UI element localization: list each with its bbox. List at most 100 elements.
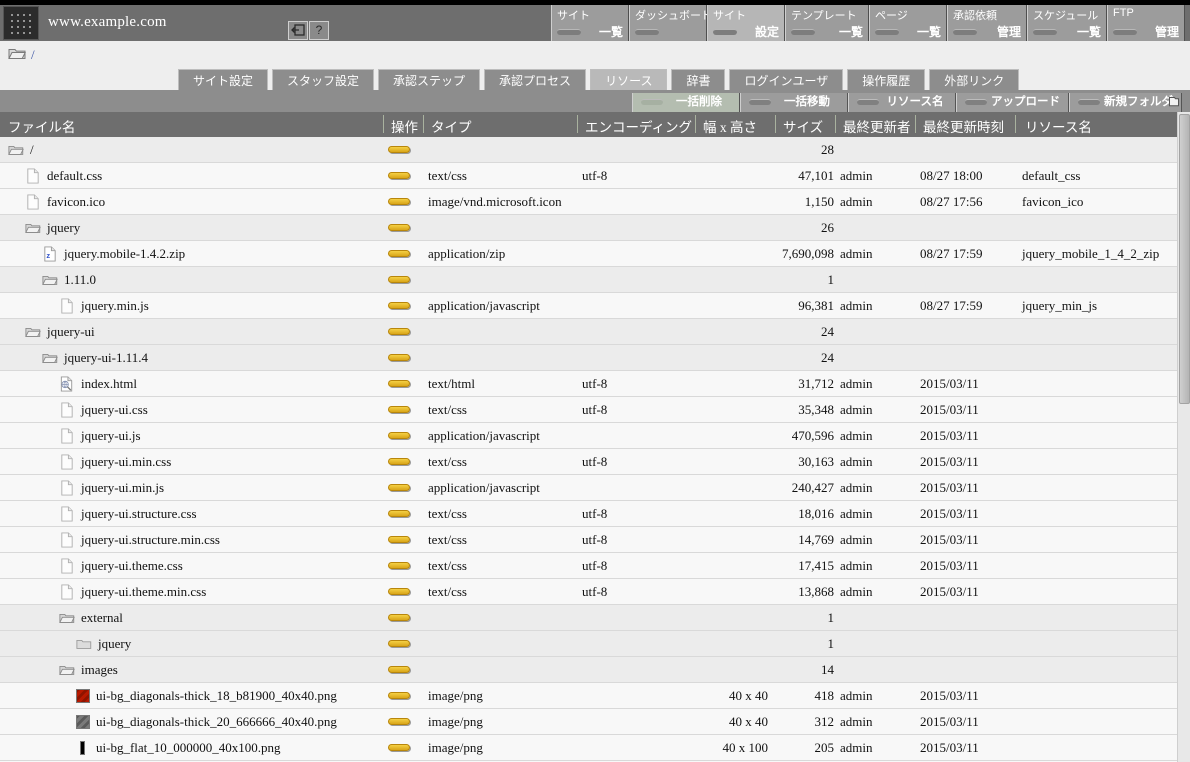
row-operation-cell[interactable] bbox=[388, 666, 410, 673]
file-name-cell[interactable]: jquery-ui.theme.css bbox=[59, 553, 183, 579]
table-row[interactable]: images 14 bbox=[0, 657, 1177, 683]
tab-5[interactable]: 辞書 bbox=[671, 69, 726, 90]
operation-pill-icon[interactable] bbox=[388, 666, 410, 673]
table-row[interactable]: jquery-ui.structure.css text/css utf-8 18,0… bbox=[0, 501, 1177, 527]
table-row[interactable]: jquery-ui.structure.min.css text/css utf-8… bbox=[0, 527, 1177, 553]
table-row[interactable]: jquery-ui.js application/javascript 470,59… bbox=[0, 423, 1177, 449]
row-operation-cell[interactable] bbox=[388, 380, 410, 387]
row-operation-cell[interactable] bbox=[388, 198, 410, 205]
row-operation-cell[interactable] bbox=[388, 146, 410, 153]
operation-pill-icon[interactable] bbox=[388, 744, 410, 751]
table-row[interactable]: jquery 1 bbox=[0, 631, 1177, 657]
operation-pill-icon[interactable] bbox=[388, 250, 410, 257]
table-row[interactable]: ui-bg_diagonals-thick_20_666666_40x40.pn… bbox=[0, 709, 1177, 735]
file-name-cell[interactable]: jquery-ui.css bbox=[59, 397, 148, 423]
tab-4[interactable]: リソース bbox=[590, 69, 668, 90]
row-operation-cell[interactable] bbox=[388, 432, 410, 439]
row-operation-cell[interactable] bbox=[388, 250, 410, 257]
row-operation-cell[interactable] bbox=[388, 744, 410, 751]
breadcrumb-path[interactable]: / bbox=[31, 47, 35, 63]
operation-pill-icon[interactable] bbox=[388, 692, 410, 699]
nav-button-5[interactable]: 承認依頼 管理 bbox=[947, 5, 1027, 41]
table-row[interactable]: 1.11.0 1 bbox=[0, 267, 1177, 293]
file-name-cell[interactable]: ui-bg_flat_10_000000_40x100.png bbox=[76, 735, 281, 761]
row-operation-cell[interactable] bbox=[388, 406, 410, 413]
column-header-3[interactable]: エンコーディング bbox=[585, 116, 692, 136]
file-name-cell[interactable]: jquery bbox=[25, 215, 80, 241]
vertical-scrollbar[interactable] bbox=[1177, 112, 1190, 762]
row-operation-cell[interactable] bbox=[388, 640, 410, 647]
table-row[interactable]: ui-bg_diagonals-thick_18_b81900_40x40.pn… bbox=[0, 683, 1177, 709]
operation-pill-icon[interactable] bbox=[388, 510, 410, 517]
row-operation-cell[interactable] bbox=[388, 484, 410, 491]
nav-button-0[interactable]: サイト 一覧 bbox=[551, 5, 629, 41]
table-row[interactable]: jquery 26 bbox=[0, 215, 1177, 241]
file-list[interactable]: / 28 default.css text/css utf-8 47,101 admin 08… bbox=[0, 137, 1177, 762]
row-operation-cell[interactable] bbox=[388, 588, 410, 595]
tab-2[interactable]: 承認ステップ bbox=[378, 69, 481, 90]
file-name-cell[interactable]: z jquery.mobile-1.4.2.zip bbox=[42, 241, 185, 267]
operation-pill-icon[interactable] bbox=[388, 146, 410, 153]
table-row[interactable]: jquery.min.js application/javascript 96,38… bbox=[0, 293, 1177, 319]
operation-pill-icon[interactable] bbox=[388, 302, 410, 309]
table-row[interactable]: jquery-ui.theme.css text/css utf-8 17,415 ad… bbox=[0, 553, 1177, 579]
action-button-2[interactable]: リソース名 bbox=[848, 93, 956, 112]
operation-pill-icon[interactable] bbox=[388, 614, 410, 621]
file-name-cell[interactable]: jquery-ui.structure.css bbox=[59, 501, 197, 527]
operation-pill-icon[interactable] bbox=[388, 276, 410, 283]
table-row[interactable]: jquery-ui.min.css text/css utf-8 30,163 admi… bbox=[0, 449, 1177, 475]
row-operation-cell[interactable] bbox=[388, 536, 410, 543]
operation-pill-icon[interactable] bbox=[388, 432, 410, 439]
file-name-cell[interactable]: ui-bg_diagonals-thick_20_666666_40x40.pn… bbox=[76, 709, 337, 735]
file-name-cell[interactable]: / bbox=[8, 137, 34, 163]
tab-3[interactable]: 承認プロセス bbox=[484, 69, 587, 90]
file-name-cell[interactable]: jquery-ui.js bbox=[59, 423, 141, 449]
tab-0[interactable]: サイト設定 bbox=[178, 69, 269, 90]
row-operation-cell[interactable] bbox=[388, 510, 410, 517]
help-icon[interactable]: ? bbox=[309, 21, 329, 40]
tab-8[interactable]: 外部リンク bbox=[929, 69, 1020, 90]
operation-pill-icon[interactable] bbox=[388, 198, 410, 205]
file-name-cell[interactable]: jquery-ui.theme.min.css bbox=[59, 579, 206, 605]
operation-pill-icon[interactable] bbox=[388, 406, 410, 413]
table-row[interactable]: / 28 bbox=[0, 137, 1177, 163]
row-operation-cell[interactable] bbox=[388, 718, 410, 725]
row-operation-cell[interactable] bbox=[388, 692, 410, 699]
file-name-cell[interactable]: 1.11.0 bbox=[42, 267, 96, 293]
operation-pill-icon[interactable] bbox=[388, 536, 410, 543]
row-operation-cell[interactable] bbox=[388, 614, 410, 621]
file-name-cell[interactable]: index.html bbox=[59, 371, 137, 397]
table-row[interactable]: default.css text/css utf-8 47,101 admin 08/27… bbox=[0, 163, 1177, 189]
operation-pill-icon[interactable] bbox=[388, 354, 410, 361]
table-row[interactable]: favicon.ico image/vnd.microsoft.icon 1,150… bbox=[0, 189, 1177, 215]
file-name-cell[interactable]: images bbox=[59, 657, 118, 683]
file-name-cell[interactable]: ui-bg_diagonals-thick_18_b81900_40x40.pn… bbox=[76, 683, 337, 709]
operation-pill-icon[interactable] bbox=[388, 588, 410, 595]
table-row[interactable]: index.html text/html utf-8 31,712 admin 2015/… bbox=[0, 371, 1177, 397]
file-name-cell[interactable]: jquery bbox=[76, 631, 131, 657]
table-row[interactable]: jquery-ui.min.js application/javascript 24… bbox=[0, 475, 1177, 501]
file-name-cell[interactable]: jquery-ui.min.css bbox=[59, 449, 171, 475]
file-name-cell[interactable]: jquery-ui bbox=[25, 319, 95, 345]
tab-7[interactable]: 操作履歴 bbox=[847, 69, 926, 90]
column-header-2[interactable]: タイプ bbox=[431, 116, 472, 136]
row-operation-cell[interactable] bbox=[388, 276, 410, 283]
row-operation-cell[interactable] bbox=[388, 562, 410, 569]
tab-6[interactable]: ログインユーザ bbox=[729, 69, 844, 90]
file-name-cell[interactable]: default.css bbox=[25, 163, 102, 189]
table-row[interactable]: jquery-ui 24 bbox=[0, 319, 1177, 345]
column-header-8[interactable]: リソース名 bbox=[1025, 116, 1092, 136]
action-button-0[interactable]: 一括削除 bbox=[632, 93, 740, 112]
column-header-7[interactable]: 最終更新時刻 bbox=[923, 116, 1004, 136]
file-name-cell[interactable]: jquery.min.js bbox=[59, 293, 149, 319]
column-header-6[interactable]: 最終更新者 bbox=[843, 116, 911, 136]
file-name-cell[interactable]: jquery-ui.structure.min.css bbox=[59, 527, 220, 553]
action-button-4[interactable]: 新規フォルダ bbox=[1069, 93, 1182, 112]
nav-button-1[interactable]: ダッシュボード bbox=[629, 5, 712, 41]
nav-button-2[interactable]: サイト 設定 bbox=[707, 5, 785, 41]
scrollbar-thumb[interactable] bbox=[1179, 114, 1190, 404]
operation-pill-icon[interactable] bbox=[388, 458, 410, 465]
column-header-5[interactable]: サイズ bbox=[783, 116, 823, 136]
file-name-cell[interactable]: external bbox=[59, 605, 123, 631]
tab-1[interactable]: スタッフ設定 bbox=[272, 69, 375, 90]
